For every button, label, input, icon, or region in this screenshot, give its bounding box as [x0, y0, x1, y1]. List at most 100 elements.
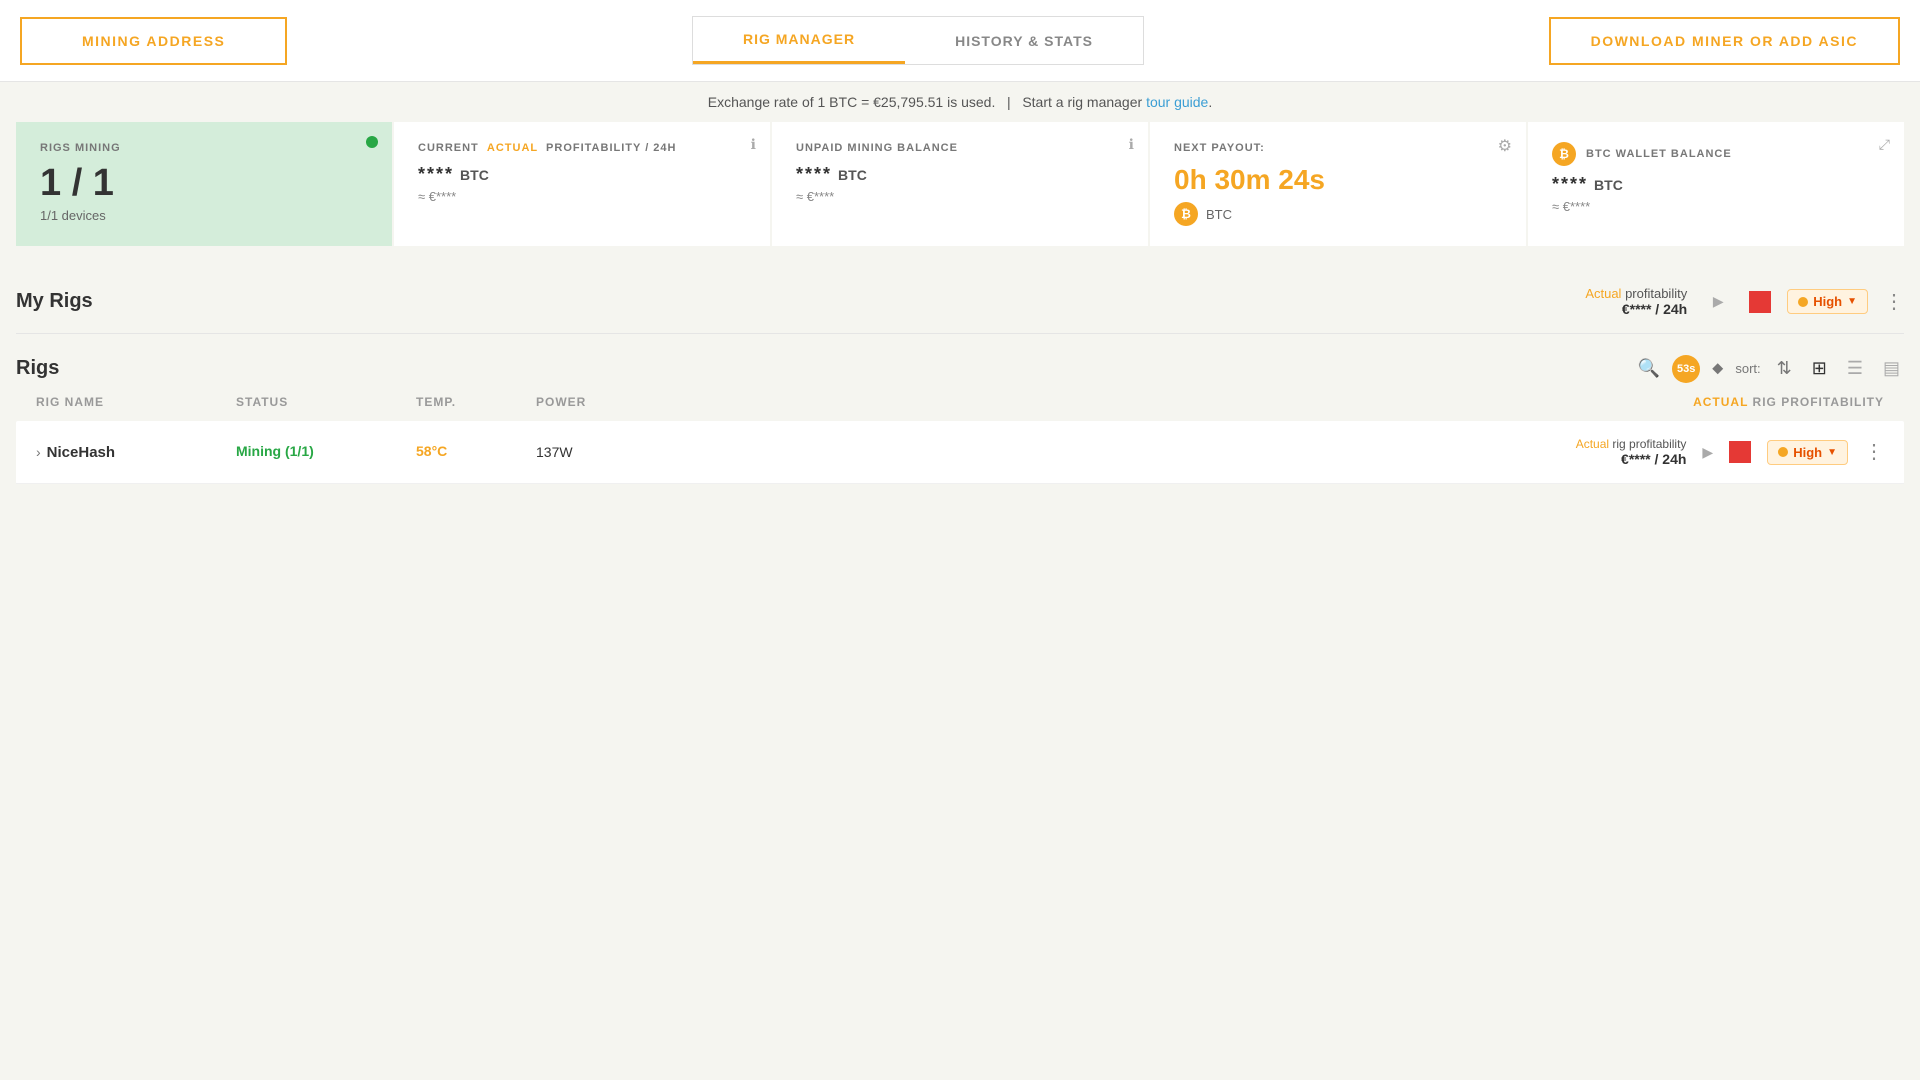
rigs-refresh-badge[interactable]: 53s: [1672, 355, 1700, 383]
next-payout-label: NEXT PAYOUT:: [1174, 142, 1502, 154]
tab-rig-manager[interactable]: RIG MANAGER: [693, 17, 905, 64]
rigs-sort-button[interactable]: ⇅: [1773, 354, 1796, 383]
wallet-approx: ≈ €****: [1552, 199, 1880, 214]
actual-word-rigs: Actual: [1585, 286, 1621, 301]
col-header-profitability-rest: rig profitability: [1753, 395, 1884, 409]
next-payout-card: ⚙ NEXT PAYOUT: 0h 30m 24s ₿ BTC: [1150, 122, 1526, 246]
rig-temp-col: 58°C: [416, 443, 536, 461]
rigs-compact-view-button[interactable]: ▤: [1879, 354, 1904, 383]
current-word: CURRENT: [418, 142, 479, 154]
rig-profitability-rest: rig profitability: [1609, 437, 1686, 451]
wallet-value-row: **** BTC: [1552, 174, 1880, 195]
rig-power-value: 137W: [536, 444, 573, 460]
rig-high-dot: [1778, 447, 1788, 457]
unpaid-info-icon[interactable]: ℹ: [1129, 136, 1134, 153]
rigs-mining-label: RIGS MINING: [40, 142, 368, 154]
profitability-stars: ****: [418, 164, 454, 185]
unpaid-balance-card: ℹ UNPAID MINING BALANCE **** BTC ≈ €****: [772, 122, 1148, 246]
rigs-title: Rigs: [16, 357, 59, 380]
payout-currency: BTC: [1206, 207, 1232, 222]
rig-status-col: Mining (1/1): [236, 443, 416, 461]
download-miner-button[interactable]: DOWNLOAD MINER OR ADD ASIC: [1549, 17, 1900, 65]
profitability-currency: BTC: [460, 167, 489, 183]
rig-name-col: › NiceHash: [36, 444, 236, 461]
unpaid-value-row: **** BTC: [796, 164, 1124, 185]
next-payout-value: 0h 30m 24s: [1174, 164, 1502, 196]
my-rigs-profitability-info: Actual profitability €**** / 24h ▶ High …: [1585, 286, 1904, 317]
wallet-stars: ****: [1552, 174, 1588, 195]
profitability-value-row: **** BTC: [418, 164, 746, 185]
rigs-mining-card: RIGS MINING 1 / 1 1/1 devices: [16, 122, 392, 246]
rig-table-headers: Rig name Status Temp. Power Actual rig p…: [16, 395, 1904, 421]
wallet-label: BTC WALLET BALANCE: [1586, 148, 1732, 160]
col-header-profitability: Actual rig profitability: [656, 395, 1884, 409]
rigs-header: Rigs 🔍 53s ⬥ sort: ⇅ ⊞ ☰ ▤: [16, 334, 1904, 395]
wallet-expand-icon[interactable]: ⤢: [1879, 136, 1890, 153]
profitability-approx: ≈ €****: [418, 189, 746, 204]
col-header-temp: Temp.: [416, 395, 536, 409]
rig-table: › NiceHash Mining (1/1) 58°C 137W Actual…: [16, 421, 1904, 484]
unpaid-approx: ≈ €****: [796, 189, 1124, 204]
rigs-grid-view-button[interactable]: ⊞: [1808, 354, 1831, 383]
rig-profitability-label: Actual rig profitability: [1576, 437, 1687, 451]
actual-word: ACTUAL: [487, 142, 538, 154]
my-rigs-profitability-text: Actual profitability €**** / 24h: [1585, 286, 1687, 317]
my-rigs-high-badge[interactable]: High ▼: [1787, 289, 1868, 314]
rig-name-text[interactable]: NiceHash: [47, 444, 115, 461]
online-indicator: [366, 136, 378, 148]
rig-profitability-value: €**** / 24h: [1576, 451, 1687, 467]
profitability-info-icon[interactable]: ℹ: [751, 136, 756, 153]
rig-high-badge[interactable]: High ▼: [1767, 440, 1848, 465]
nav-tabs: RIG MANAGER HISTORY & STATS: [692, 16, 1144, 65]
payout-gear-icon[interactable]: ⚙: [1498, 136, 1512, 156]
mining-address-button[interactable]: MINING ADDRESS: [20, 17, 287, 65]
rig-profitability-col: Actual rig profitability €**** / 24h ▶ H…: [656, 437, 1884, 467]
rig-temp-value: 58°C: [416, 443, 447, 459]
top-nav: MINING ADDRESS RIG MANAGER HISTORY & STA…: [0, 0, 1920, 82]
col-header-actual-word: Actual: [1693, 395, 1748, 409]
exchange-bar: Exchange rate of 1 BTC = €25,795.51 is u…: [0, 82, 1920, 122]
rig-play-button[interactable]: ▶: [1702, 444, 1713, 461]
tour-text: Start a rig manager: [1022, 94, 1146, 110]
rigs-filter-button[interactable]: ⬥: [1712, 360, 1723, 378]
rigs-list-view-button[interactable]: ☰: [1843, 354, 1867, 383]
profitability-card: ℹ CURRENT ACTUAL PROFITABILITY / 24H ***…: [394, 122, 770, 246]
rig-more-button[interactable]: ⋮: [1864, 442, 1884, 462]
profitability-label: CURRENT ACTUAL PROFITABILITY / 24H: [418, 142, 746, 154]
profitability-rest-rigs: profitability: [1621, 286, 1687, 301]
main-content: My Rigs Actual profitability €**** / 24h…: [0, 276, 1920, 484]
high-badge-dropdown[interactable]: ▼: [1847, 296, 1857, 307]
high-badge-label: High: [1813, 294, 1842, 309]
my-rigs-play-button[interactable]: ▶: [1703, 287, 1733, 317]
tour-punctuation: .: [1208, 94, 1212, 110]
payout-btc-icon: ₿: [1174, 202, 1198, 226]
rigs-controls: 🔍 53s ⬥ sort: ⇅ ⊞ ☰ ▤: [1638, 354, 1904, 383]
stats-row: RIGS MINING 1 / 1 1/1 devices ℹ CURRENT …: [0, 122, 1920, 246]
rig-stop-button[interactable]: [1729, 441, 1751, 463]
high-badge-dot: [1798, 297, 1808, 307]
col-header-power: Power: [536, 395, 656, 409]
wallet-currency: BTC: [1594, 177, 1623, 193]
exchange-rate-text: Exchange rate of 1 BTC = €25,795.51 is u…: [708, 94, 996, 110]
btc-wallet-header-row: ₿ BTC WALLET BALANCE: [1552, 142, 1880, 166]
my-rigs-stop-button[interactable]: [1749, 291, 1771, 313]
col-header-rig-name: Rig name: [36, 395, 236, 409]
payout-btc-row: ₿ BTC: [1174, 202, 1502, 226]
profitability-rest: PROFITABILITY / 24H: [546, 142, 676, 154]
rig-status-value: Mining (1/1): [236, 443, 314, 459]
unpaid-label: UNPAID MINING BALANCE: [796, 142, 1124, 154]
rigs-search-button[interactable]: 🔍: [1638, 358, 1660, 379]
rigs-devices: 1/1 devices: [40, 208, 368, 223]
btc-wallet-card: ⤢ ₿ BTC WALLET BALANCE **** BTC ≈ €****: [1528, 122, 1904, 246]
rigs-sort-label: sort:: [1735, 361, 1760, 376]
my-rigs-header: My Rigs Actual profitability €**** / 24h…: [16, 276, 1904, 333]
rig-power-col: 137W: [536, 444, 656, 460]
col-header-status: Status: [236, 395, 416, 409]
my-rigs-more-button[interactable]: ⋮: [1884, 292, 1904, 312]
rig-actual-word: Actual: [1576, 437, 1609, 451]
rig-high-dropdown[interactable]: ▼: [1827, 447, 1837, 458]
tab-history-stats[interactable]: HISTORY & STATS: [905, 17, 1143, 64]
my-rigs-profitability-value: €**** / 24h: [1585, 301, 1687, 317]
tour-guide-link[interactable]: tour guide: [1146, 94, 1208, 110]
rig-expand-chevron[interactable]: ›: [36, 444, 41, 460]
